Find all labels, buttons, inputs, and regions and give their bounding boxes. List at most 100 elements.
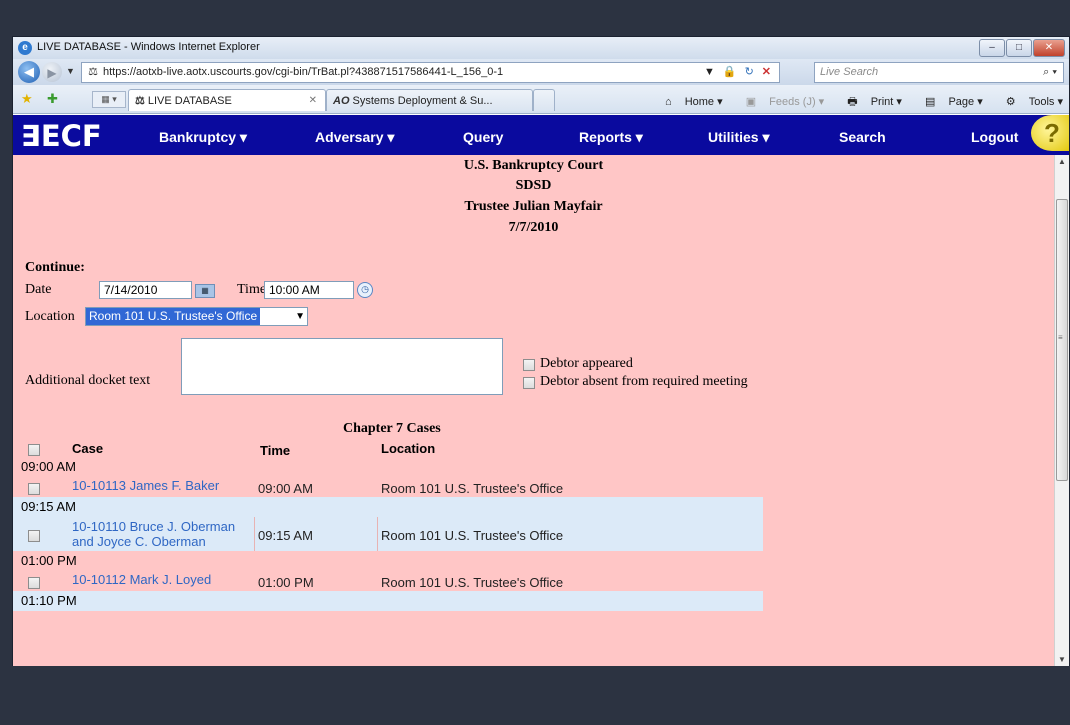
stop-icon[interactable]: ✕ xyxy=(762,66,771,78)
menu-search[interactable]: Search xyxy=(839,129,886,145)
location-label: Location xyxy=(25,309,75,324)
refresh-icon[interactable]: ↻ xyxy=(745,66,754,78)
row-checkbox[interactable] xyxy=(28,483,40,495)
case-location: Room 101 U.S. Trustee's Office xyxy=(381,481,564,496)
page-button[interactable]: ▤ Page ▾ xyxy=(915,96,983,108)
menu-adversary[interactable]: Adversary ▾ xyxy=(315,129,394,146)
tab-bar: ★ ✚ ▦ ▾ ⚖ LIVE DATABASE ✕ AO Systems Deplo… xyxy=(13,85,1069,114)
minimize-icon[interactable]: – xyxy=(979,39,1005,57)
title-bar: e LIVE DATABASE - Windows Internet Explo… xyxy=(13,37,1069,59)
menu-query[interactable]: Query xyxy=(463,129,503,145)
row-checkbox[interactable] xyxy=(28,577,40,589)
menu-bankruptcy[interactable]: Bankruptcy ▾ xyxy=(159,129,247,146)
page-content: U.S. Bankruptcy Court SDSD Trustee Julia… xyxy=(13,155,1054,666)
time-group-header: 09:00 AM xyxy=(21,459,76,474)
column-header-time: Time xyxy=(260,443,291,458)
page-icon: ▤ xyxy=(924,96,936,108)
scroll-grip-icon: ≡ xyxy=(1058,333,1063,342)
row-checkbox[interactable] xyxy=(28,530,40,542)
column-divider xyxy=(254,517,255,551)
time-group-header: 09:15 AM xyxy=(13,497,763,517)
court-name: U.S. Bankruptcy Court xyxy=(463,158,604,173)
favorites-star-icon[interactable]: ★ xyxy=(21,91,33,107)
chapter7-title: Chapter 7 Cases xyxy=(343,421,441,436)
case-location: Room 101 U.S. Trustee's Office xyxy=(381,528,564,543)
date-label: Date xyxy=(25,282,52,297)
search-icon[interactable]: ⌕ ▾ xyxy=(1043,63,1057,82)
case-time: 01:00 PM xyxy=(258,575,314,590)
page-scrollbar[interactable]: ▲ ≡ ▼ xyxy=(1054,155,1069,666)
tab-label: Systems Deployment & Su... xyxy=(352,95,493,107)
menu-reports[interactable]: Reports ▾ xyxy=(579,129,643,146)
browser-window: e LIVE DATABASE - Windows Internet Explo… xyxy=(13,37,1069,666)
location-select[interactable]: Room 101 U.S. Trustee's Office ▼ xyxy=(85,307,308,326)
search-input[interactable]: Live Search ⌕ ▾ xyxy=(814,62,1064,83)
case-link[interactable]: 10-10110 Bruce J. Oberman xyxy=(72,519,235,534)
continue-label: Continue: xyxy=(25,260,85,275)
close-tab-icon[interactable]: ✕ xyxy=(309,90,317,112)
tab-live-database[interactable]: ⚖ LIVE DATABASE ✕ xyxy=(128,89,326,111)
case-link[interactable]: 10-10112 Mark J. Loyed xyxy=(72,572,211,587)
home-icon: ⌂ xyxy=(664,96,672,108)
window-title: LIVE DATABASE - Windows Internet Explore… xyxy=(37,41,260,53)
trustee-name: Trustee Julian Mayfair xyxy=(464,199,603,214)
maximize-icon[interactable]: □ xyxy=(1006,39,1032,57)
column-divider xyxy=(377,517,378,551)
scroll-up-icon[interactable]: ▲ xyxy=(1058,157,1066,166)
case-link-line2[interactable]: and Joyce C. Oberman xyxy=(72,534,206,549)
debtor-absent-checkbox[interactable] xyxy=(523,377,535,389)
time-input[interactable]: 10:00 AM xyxy=(264,281,354,299)
case-time: 09:15 AM xyxy=(258,528,313,543)
debtor-appeared-checkbox[interactable] xyxy=(523,359,535,371)
menu-logout[interactable]: Logout xyxy=(971,129,1018,145)
court-favicon-icon: ⚖ xyxy=(135,95,145,107)
debtor-absent-label: Debtor absent from required meeting xyxy=(540,374,748,389)
table-row: 10-10110 Bruce J. Oberman and Joyce C. O… xyxy=(13,517,763,551)
search-placeholder: Live Search xyxy=(820,66,879,78)
url-field[interactable]: ⚖ https://aotxb-live.aotx.uscourts.gov/cg… xyxy=(81,62,780,83)
site-favicon-icon: ⚖ xyxy=(88,66,98,78)
tab-systems-deployment[interactable]: AO Systems Deployment & Su... xyxy=(326,89,533,111)
ao-favicon-icon: AO xyxy=(333,95,350,107)
url-dropdown-icon[interactable]: ▼ xyxy=(704,66,715,78)
lock-icon[interactable]: 🔒 xyxy=(723,66,737,78)
slide-bottom-band xyxy=(0,666,1070,725)
feeds-button[interactable]: ▣ Feeds (J) ▾ xyxy=(736,96,825,108)
clock-icon[interactable]: ◷ xyxy=(357,282,373,298)
case-link[interactable]: 10-10113 James F. Baker xyxy=(72,478,219,493)
select-all-checkbox[interactable] xyxy=(28,444,40,456)
gear-icon: ⚙ xyxy=(1005,96,1016,108)
quick-tabs-button[interactable]: ▦ ▾ xyxy=(92,91,126,108)
chevron-down-icon[interactable]: ▼ xyxy=(295,308,305,325)
close-icon[interactable]: ✕ xyxy=(1033,39,1065,57)
column-header-location: Location xyxy=(381,441,436,456)
back-button[interactable]: ◀ xyxy=(18,61,40,83)
time-group-header: 01:10 PM xyxy=(13,591,763,611)
date-input[interactable]: 7/14/2010 xyxy=(99,281,192,299)
forward-button[interactable]: ▶ xyxy=(42,62,62,82)
column-header-case: Case xyxy=(72,441,104,456)
table-row: 10-10112 Mark J. Loyed 01:00 PM Room 101… xyxy=(13,571,763,593)
docket-text-label: Additional docket text xyxy=(25,373,151,388)
history-dropdown-icon[interactable]: ▼ xyxy=(66,66,75,76)
tab-label: LIVE DATABASE xyxy=(147,95,232,107)
calendar-icon[interactable]: ▦ xyxy=(195,284,215,298)
case-location: Room 101 U.S. Trustee's Office xyxy=(381,575,564,590)
window-controls: – □ ✕ xyxy=(978,39,1065,57)
menu-utilities[interactable]: Utilities ▾ xyxy=(708,129,770,146)
tools-button[interactable]: ⚙ Tools ▾ xyxy=(996,96,1063,108)
scroll-down-icon[interactable]: ▼ xyxy=(1058,655,1066,664)
time-group-header: 01:00 PM xyxy=(21,553,77,568)
help-icon[interactable]: ? xyxy=(1031,115,1069,151)
url-tools: ▼ 🔒 ↻ ✕ xyxy=(699,63,779,82)
new-tab-button[interactable] xyxy=(533,89,555,111)
district-name: SDSD xyxy=(515,178,552,193)
debtor-appeared-label: Debtor appeared xyxy=(540,356,633,371)
feeds-icon: ▣ xyxy=(745,96,757,108)
docket-textarea[interactable] xyxy=(181,338,503,395)
location-selected-value: Room 101 U.S. Trustee's Office xyxy=(86,308,261,325)
meeting-date: 7/7/2010 xyxy=(508,220,559,235)
home-button[interactable]: ⌂ Home ▾ xyxy=(655,96,723,108)
print-button[interactable]: 🖶 Print ▾ xyxy=(837,96,902,108)
add-favorites-icon[interactable]: ✚ xyxy=(47,91,58,107)
